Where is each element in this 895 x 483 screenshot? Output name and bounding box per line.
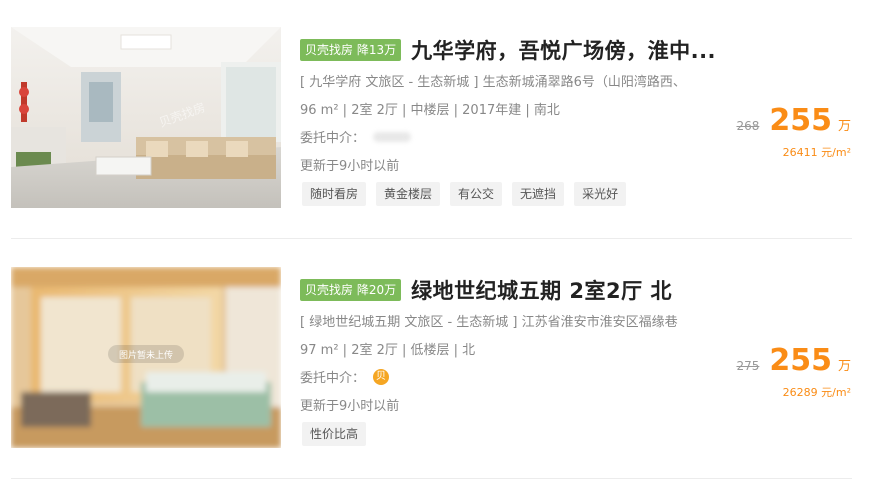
divider	[11, 238, 852, 239]
update-time: 更新于9小时以前	[300, 399, 400, 414]
tag: 性价比高	[302, 422, 367, 446]
living-room-photo: 贝壳找房	[11, 27, 281, 208]
tag-list: 随时看房 黄金楼层 有公交 无遮挡 采光好	[302, 182, 627, 206]
total-price: 255	[769, 103, 832, 138]
listing-address: [ 绿地世纪城五期 文旅区 - 生态新城 ] 江苏省淮安市淮安区福缘巷	[300, 315, 678, 330]
tag: 黄金楼层	[376, 182, 441, 206]
listing-card[interactable]: 图片暂未上传 贝壳找房 降20万 绿地世纪城五期 2室2厅 北 [ 绿地世纪城五…	[0, 240, 895, 480]
unit-price: 26411 元/m²	[782, 146, 851, 159]
title-row: 贝壳找房 降13万 九华学府，吾悦广场傍，淮中...	[300, 34, 716, 66]
listing-title[interactable]: 九华学府，吾悦广场傍，淮中...	[411, 35, 716, 65]
price-unit: 万	[837, 119, 851, 134]
agent-name-blurred	[373, 131, 412, 142]
price-unit: 万	[837, 359, 851, 374]
price-block: 275 255 万 26289 元/m²	[711, 343, 851, 400]
title-row: 贝壳找房 降20万 绿地世纪城五期 2室2厅 北	[300, 274, 672, 306]
original-price: 275	[736, 359, 760, 373]
tag: 随时看房	[302, 182, 367, 206]
agent-label: 委托中介：	[300, 131, 366, 146]
update-time: 更新于9小时以前	[300, 159, 400, 174]
listing-photo[interactable]: 贝壳找房	[11, 27, 281, 208]
agent-badge-icon: 贝	[373, 368, 390, 385]
listing-title[interactable]: 绿地世纪城五期 2室2厅 北	[411, 275, 672, 305]
no-photo-label: 图片暂未上传	[119, 349, 173, 361]
listing-specs: 97 m² | 2室 2厅 | 低楼层 | 北	[300, 343, 476, 358]
listing-photo[interactable]: 图片暂未上传	[11, 267, 281, 448]
tag-list: 性价比高	[302, 422, 367, 446]
unit-price: 26289 元/m²	[782, 386, 851, 399]
agent-row: 委托中介： 贝	[300, 367, 390, 386]
listing-address: [ 九华学府 文旅区 - 生态新城 ] 生态新城涌翠路6号（山阳湾路西、	[300, 75, 686, 90]
price-drop-badge: 贝壳找房 降13万	[300, 39, 402, 61]
price-block: 268 255 万 26411 元/m²	[711, 103, 851, 160]
tag: 有公交	[450, 182, 503, 206]
price-drop-badge: 贝壳找房 降20万	[300, 279, 402, 301]
listing-card[interactable]: 贝壳找房 贝壳找房 降13万 九华学府，吾悦广场傍，淮中... [ 九华学府 文…	[0, 0, 895, 240]
total-price: 255	[769, 343, 832, 378]
tag: 无遮挡	[512, 182, 565, 206]
agent-row: 委托中介：	[300, 127, 412, 146]
original-price: 268	[736, 119, 760, 133]
bedroom-photo-blurred: 图片暂未上传	[11, 267, 281, 448]
tag: 采光好	[574, 182, 627, 206]
divider	[11, 478, 852, 479]
listing-specs: 96 m² | 2室 2厅 | 中楼层 | 2017年建 | 南北	[300, 103, 560, 118]
agent-label: 委托中介：	[300, 371, 366, 386]
